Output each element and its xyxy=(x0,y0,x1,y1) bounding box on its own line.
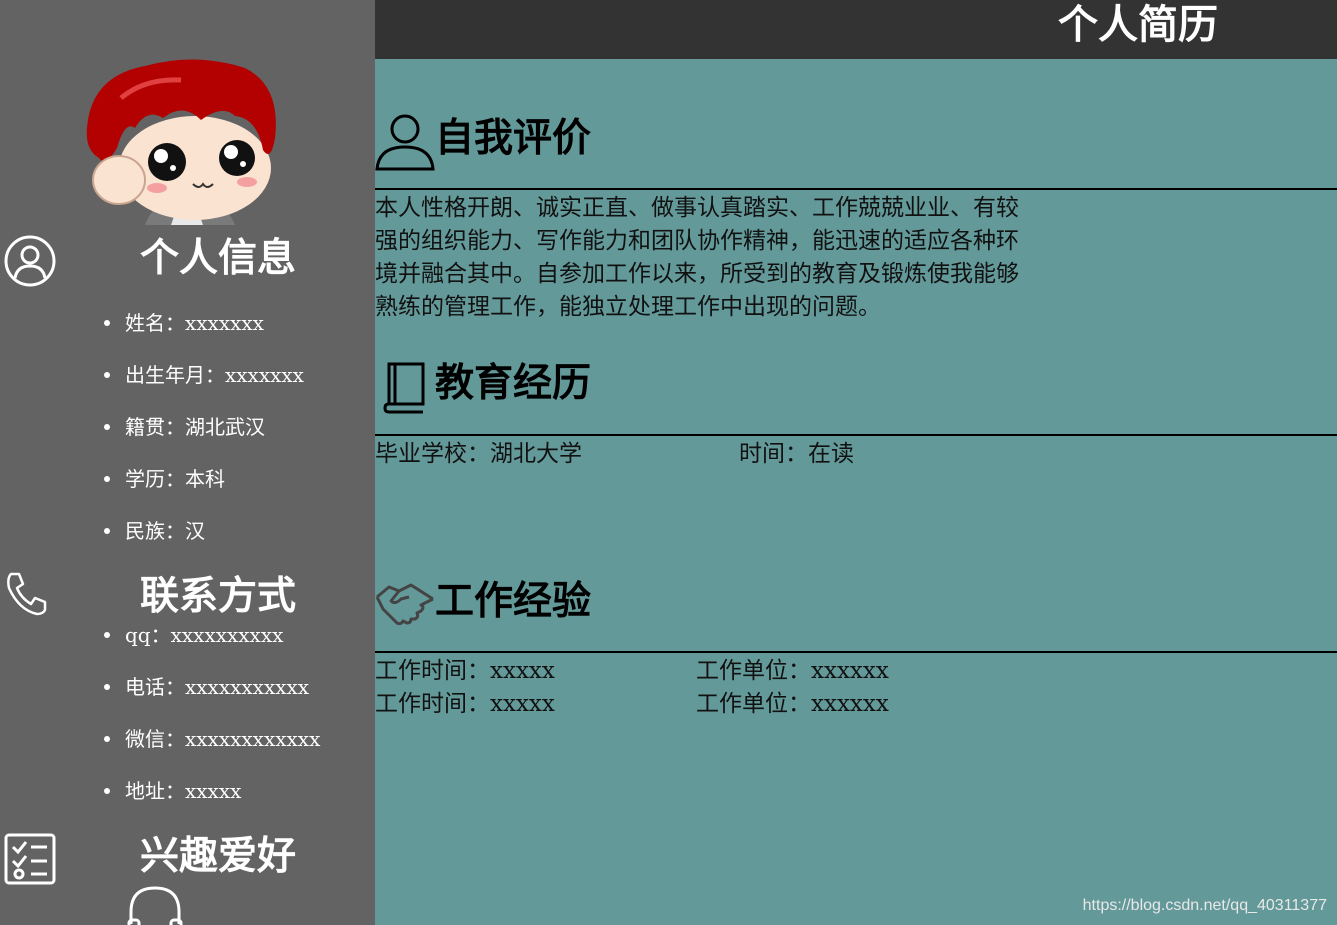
list-item: 电话：xxxxxxxxxxx xyxy=(104,674,320,726)
divider xyxy=(375,651,1337,653)
contact-heading: 联系方式 xyxy=(139,574,296,619)
list-item: 出生年月：xxxxxxx xyxy=(104,362,304,414)
education-title: 教育经历 xyxy=(435,361,592,406)
list-item: 姓名：xxxxxxx xyxy=(104,310,304,362)
phone-icon xyxy=(3,570,51,622)
handshake-icon xyxy=(375,579,435,631)
work-unit: 工作单位：xxxxxx xyxy=(696,691,889,717)
work-time: 工作时间：xxxxx xyxy=(375,691,555,717)
education-time: 时间：在读 xyxy=(739,441,854,467)
self-eval-text: 本人性格开朗、诚实正直、做事认真踏实、工作兢兢业业、有较强的组织能力、写作能力和… xyxy=(375,195,1019,320)
work-title: 工作经验 xyxy=(435,579,592,624)
sidebar: 个人信息 姓名：xxxxxxx 出生年月：xxxxxxx 籍贯：湖北武汉 学历：… xyxy=(0,0,375,925)
person-outline-icon xyxy=(375,111,435,175)
main-content: 自我评价 本人性格开朗、诚实正直、做事认真踏实、工作兢兢业业、有较强的组织能力、… xyxy=(375,59,1337,925)
personal-info-heading: 个人信息 xyxy=(139,236,296,281)
avatar xyxy=(85,58,279,225)
contact-list: qq：xxxxxxxxxx 电话：xxxxxxxxxxx 微信：xxxxxxxx… xyxy=(104,622,320,830)
headphones-icon xyxy=(127,884,183,925)
personal-info-list: 姓名：xxxxxxx 出生年月：xxxxxxx 籍贯：湖北武汉 学历：本科 民族… xyxy=(104,310,304,570)
education-school: 毕业学校：湖北大学 xyxy=(375,441,582,467)
list-item: 微信：xxxxxxxxxxxx xyxy=(104,726,320,778)
page-title: 个人简历 xyxy=(1058,2,1218,48)
user-circle-icon xyxy=(3,234,57,292)
divider xyxy=(375,434,1337,436)
self-eval-title: 自我评价 xyxy=(435,116,592,161)
watermark: https://blog.csdn.net/qq_40311377 xyxy=(1082,897,1327,914)
list-item: 地址：xxxxx xyxy=(104,778,320,830)
list-item: 籍贯：湖北武汉 xyxy=(104,414,304,466)
book-icon xyxy=(383,360,427,418)
work-time: 工作时间：xxxxx xyxy=(375,658,555,684)
work-unit: 工作单位：xxxxxx xyxy=(696,658,889,684)
list-item: 民族：汉 xyxy=(104,518,304,570)
checklist-icon xyxy=(3,832,57,890)
hobbies-heading: 兴趣爱好 xyxy=(139,834,296,879)
list-item: qq：xxxxxxxxxx xyxy=(104,622,320,674)
top-bar: 个人简历 xyxy=(375,0,1337,59)
divider xyxy=(375,188,1337,190)
list-item: 学历：本科 xyxy=(104,466,304,518)
